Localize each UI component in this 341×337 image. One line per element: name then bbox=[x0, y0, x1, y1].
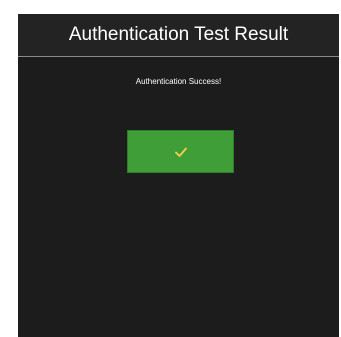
confirm-button[interactable] bbox=[127, 130, 234, 173]
auth-result-dialog: Authentication Test Result Authenticatio… bbox=[18, 14, 339, 337]
dialog-body: Authentication Success! bbox=[18, 57, 339, 337]
result-message: Authentication Success! bbox=[135, 77, 222, 86]
dialog-header: Authentication Test Result bbox=[18, 14, 339, 57]
checkmark-icon bbox=[174, 147, 187, 157]
dialog-title: Authentication Test Result bbox=[68, 24, 289, 45]
